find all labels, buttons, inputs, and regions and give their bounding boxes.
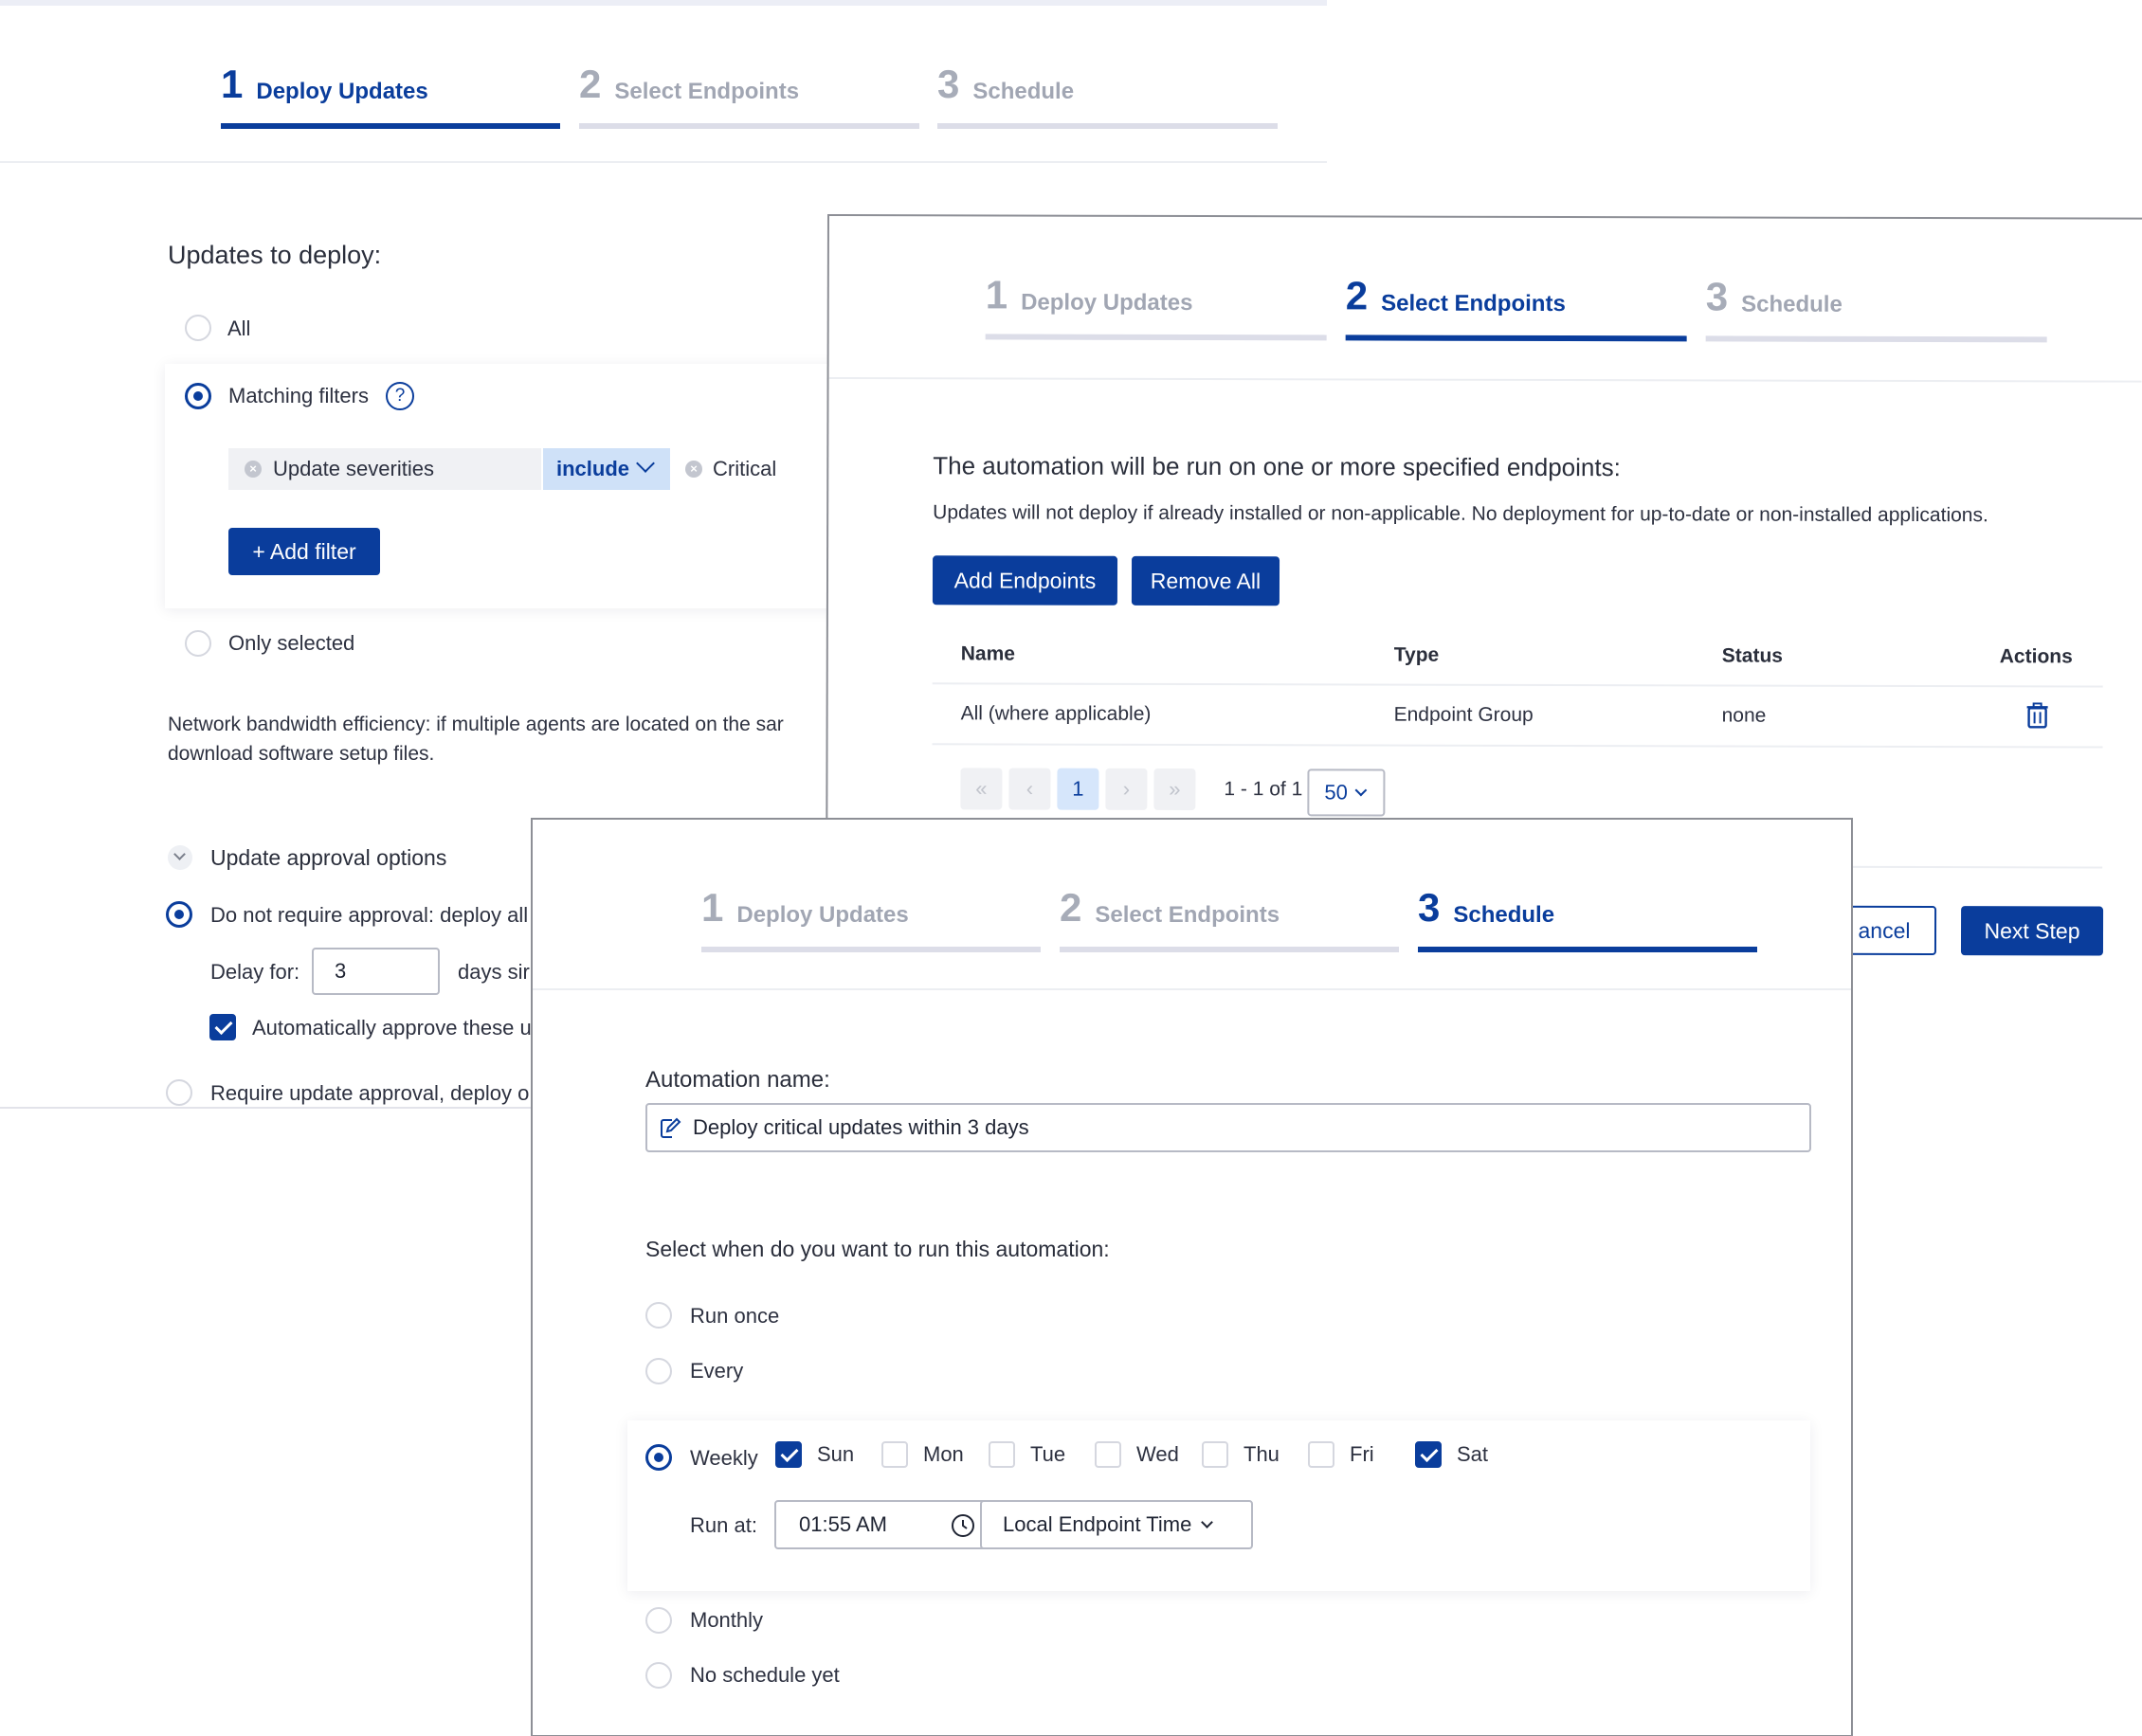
day-label-mon: Mon	[923, 1442, 964, 1466]
row-status: none	[1721, 704, 1767, 727]
row-type: Endpoint Group	[1393, 703, 1534, 726]
day-label-wed: Wed	[1136, 1442, 1179, 1466]
col-status[interactable]: Status	[1722, 644, 1783, 667]
add-filter-button[interactable]: + Add filter	[228, 528, 380, 575]
radio-no-approval-label: Do not require approval: deploy all	[210, 903, 529, 927]
step-deploy-updates[interactable]: 1 Deploy Updates	[985, 216, 1327, 341]
days-since-label: days sir	[458, 960, 530, 984]
radio-weekly[interactable]	[645, 1444, 672, 1471]
schedule-panel: 1 Deploy Updates 2 Select Endpoints 3 Sc…	[531, 818, 1853, 1736]
clock-icon	[952, 1514, 974, 1537]
step-select-endpoints[interactable]: 2 Select Endpoints	[1060, 820, 1399, 952]
automation-name-input[interactable]: Deploy critical updates within 3 days	[645, 1103, 1811, 1152]
radio-no-schedule-label: No schedule yet	[690, 1663, 840, 1687]
pager-current[interactable]: 1	[1057, 768, 1099, 810]
day-checkbox-mon[interactable]	[881, 1441, 908, 1468]
day-checkbox-fri[interactable]	[1308, 1441, 1334, 1468]
row-divider	[932, 743, 2103, 749]
step-schedule[interactable]: 3 Schedule	[1418, 820, 1757, 952]
pager-prev[interactable]: ‹	[1008, 768, 1051, 810]
timezone-select[interactable]: Local Endpoint Time	[980, 1500, 1253, 1549]
day-checkbox-tue[interactable]	[989, 1441, 1015, 1468]
chevron-down-icon	[1201, 1515, 1214, 1528]
remove-filter-value-icon[interactable]: ×	[685, 461, 702, 478]
stepper-divider	[0, 161, 1327, 163]
per-page-select[interactable]: 50	[1307, 769, 1386, 817]
updates-to-deploy-heading: Updates to deploy:	[168, 241, 382, 269]
day-checkbox-thu[interactable]	[1202, 1441, 1228, 1468]
step-schedule[interactable]: 3 Schedule	[1705, 218, 2047, 343]
step-deploy-updates[interactable]: 1 Deploy Updates	[701, 820, 1041, 952]
automation-name-label: Automation name:	[645, 1067, 830, 1093]
stepper-divider	[828, 377, 2142, 383]
day-checkbox-sun[interactable]	[775, 1441, 802, 1468]
auto-approve-label: Automatically approve these u	[252, 1016, 532, 1040]
table-header-divider	[932, 682, 2103, 688]
trash-icon[interactable]	[2026, 702, 2049, 729]
radio-require-approval-label: Require update approval, deploy o	[210, 1081, 530, 1105]
col-type[interactable]: Type	[1394, 644, 1440, 667]
endpoints-heading: The automation will be run on one or mor…	[933, 451, 1621, 482]
radio-matching-label: Matching filters	[228, 384, 369, 407]
stepper-divider	[533, 988, 1851, 990]
radio-run-once-label: Run once	[690, 1304, 780, 1328]
wizard-stepper: 1 Deploy Updates 2 Select Endpoints 3 Sc…	[829, 216, 2142, 343]
day-checkbox-wed[interactable]	[1095, 1441, 1121, 1468]
endpoints-note: Updates will not deploy if already insta…	[933, 501, 1988, 527]
bandwidth-note-line1: Network bandwidth efficiency: if multipl…	[168, 714, 784, 735]
radio-no-approval[interactable]	[166, 901, 192, 928]
radio-all[interactable]	[185, 315, 211, 341]
radio-no-schedule[interactable]	[645, 1662, 672, 1689]
add-endpoints-button[interactable]: Add Endpoints	[932, 555, 1118, 606]
step-select-endpoints[interactable]: 2 Select Endpoints	[579, 53, 919, 129]
pager-last[interactable]: »	[1153, 768, 1196, 811]
next-step-button[interactable]: Next Step	[1960, 906, 2104, 956]
auto-approve-checkbox[interactable]	[209, 1014, 236, 1040]
day-checkbox-sat[interactable]	[1415, 1441, 1442, 1468]
day-label-tue: Tue	[1030, 1442, 1066, 1466]
radio-weekly-label: Weekly	[690, 1446, 758, 1470]
radio-every[interactable]	[645, 1358, 672, 1384]
chevron-down-icon	[1355, 784, 1368, 796]
delay-input[interactable]: 3	[312, 948, 440, 995]
filter-value-label: Critical	[713, 457, 777, 480]
filter-field-label: Update severities	[273, 457, 434, 480]
run-at-time-input[interactable]: 01:55 AM	[774, 1500, 998, 1549]
step-schedule[interactable]: 3 Schedule	[937, 53, 1278, 129]
help-icon[interactable]: ?	[386, 382, 414, 410]
step-select-endpoints[interactable]: 2 Select Endpoints	[1345, 217, 1687, 342]
radio-matching-filters[interactable]	[185, 383, 211, 409]
pager-next[interactable]: ›	[1105, 768, 1148, 810]
run-when-label: Select when do you want to run this auto…	[645, 1237, 1110, 1261]
remove-all-button[interactable]: Remove All	[1131, 555, 1280, 606]
radio-run-once[interactable]	[645, 1302, 672, 1329]
delay-label: Delay for:	[210, 960, 300, 984]
day-label-sat: Sat	[1457, 1442, 1489, 1466]
day-label-thu: Thu	[1243, 1442, 1280, 1466]
pager-range: 1 - 1 of 1	[1224, 778, 1303, 801]
col-name[interactable]: Name	[961, 642, 1015, 665]
bandwidth-note-line2: download software setup files.	[168, 743, 435, 765]
radio-every-label: Every	[690, 1359, 744, 1383]
day-label-sun: Sun	[817, 1442, 855, 1466]
filter-operator-label: include	[556, 457, 630, 480]
day-label-fri: Fri	[1350, 1442, 1374, 1466]
radio-require-approval[interactable]	[166, 1079, 192, 1106]
radio-only-selected-label: Only selected	[228, 631, 355, 655]
pager-first[interactable]: «	[960, 768, 1003, 810]
radio-all-label: All	[227, 316, 251, 340]
col-actions: Actions	[1999, 645, 2073, 668]
radio-monthly[interactable]	[645, 1607, 672, 1634]
row-name: All (where applicable)	[960, 702, 1152, 725]
approval-options-heading: Update approval options	[210, 845, 447, 870]
radio-only-selected[interactable]	[185, 630, 211, 657]
run-at-label: Run at:	[690, 1513, 757, 1537]
remove-filter-field-icon[interactable]: ×	[245, 461, 262, 478]
edit-icon	[661, 1117, 681, 1138]
step-deploy-updates[interactable]: 1 Deploy Updates	[221, 53, 560, 129]
radio-monthly-label: Monthly	[690, 1608, 764, 1632]
